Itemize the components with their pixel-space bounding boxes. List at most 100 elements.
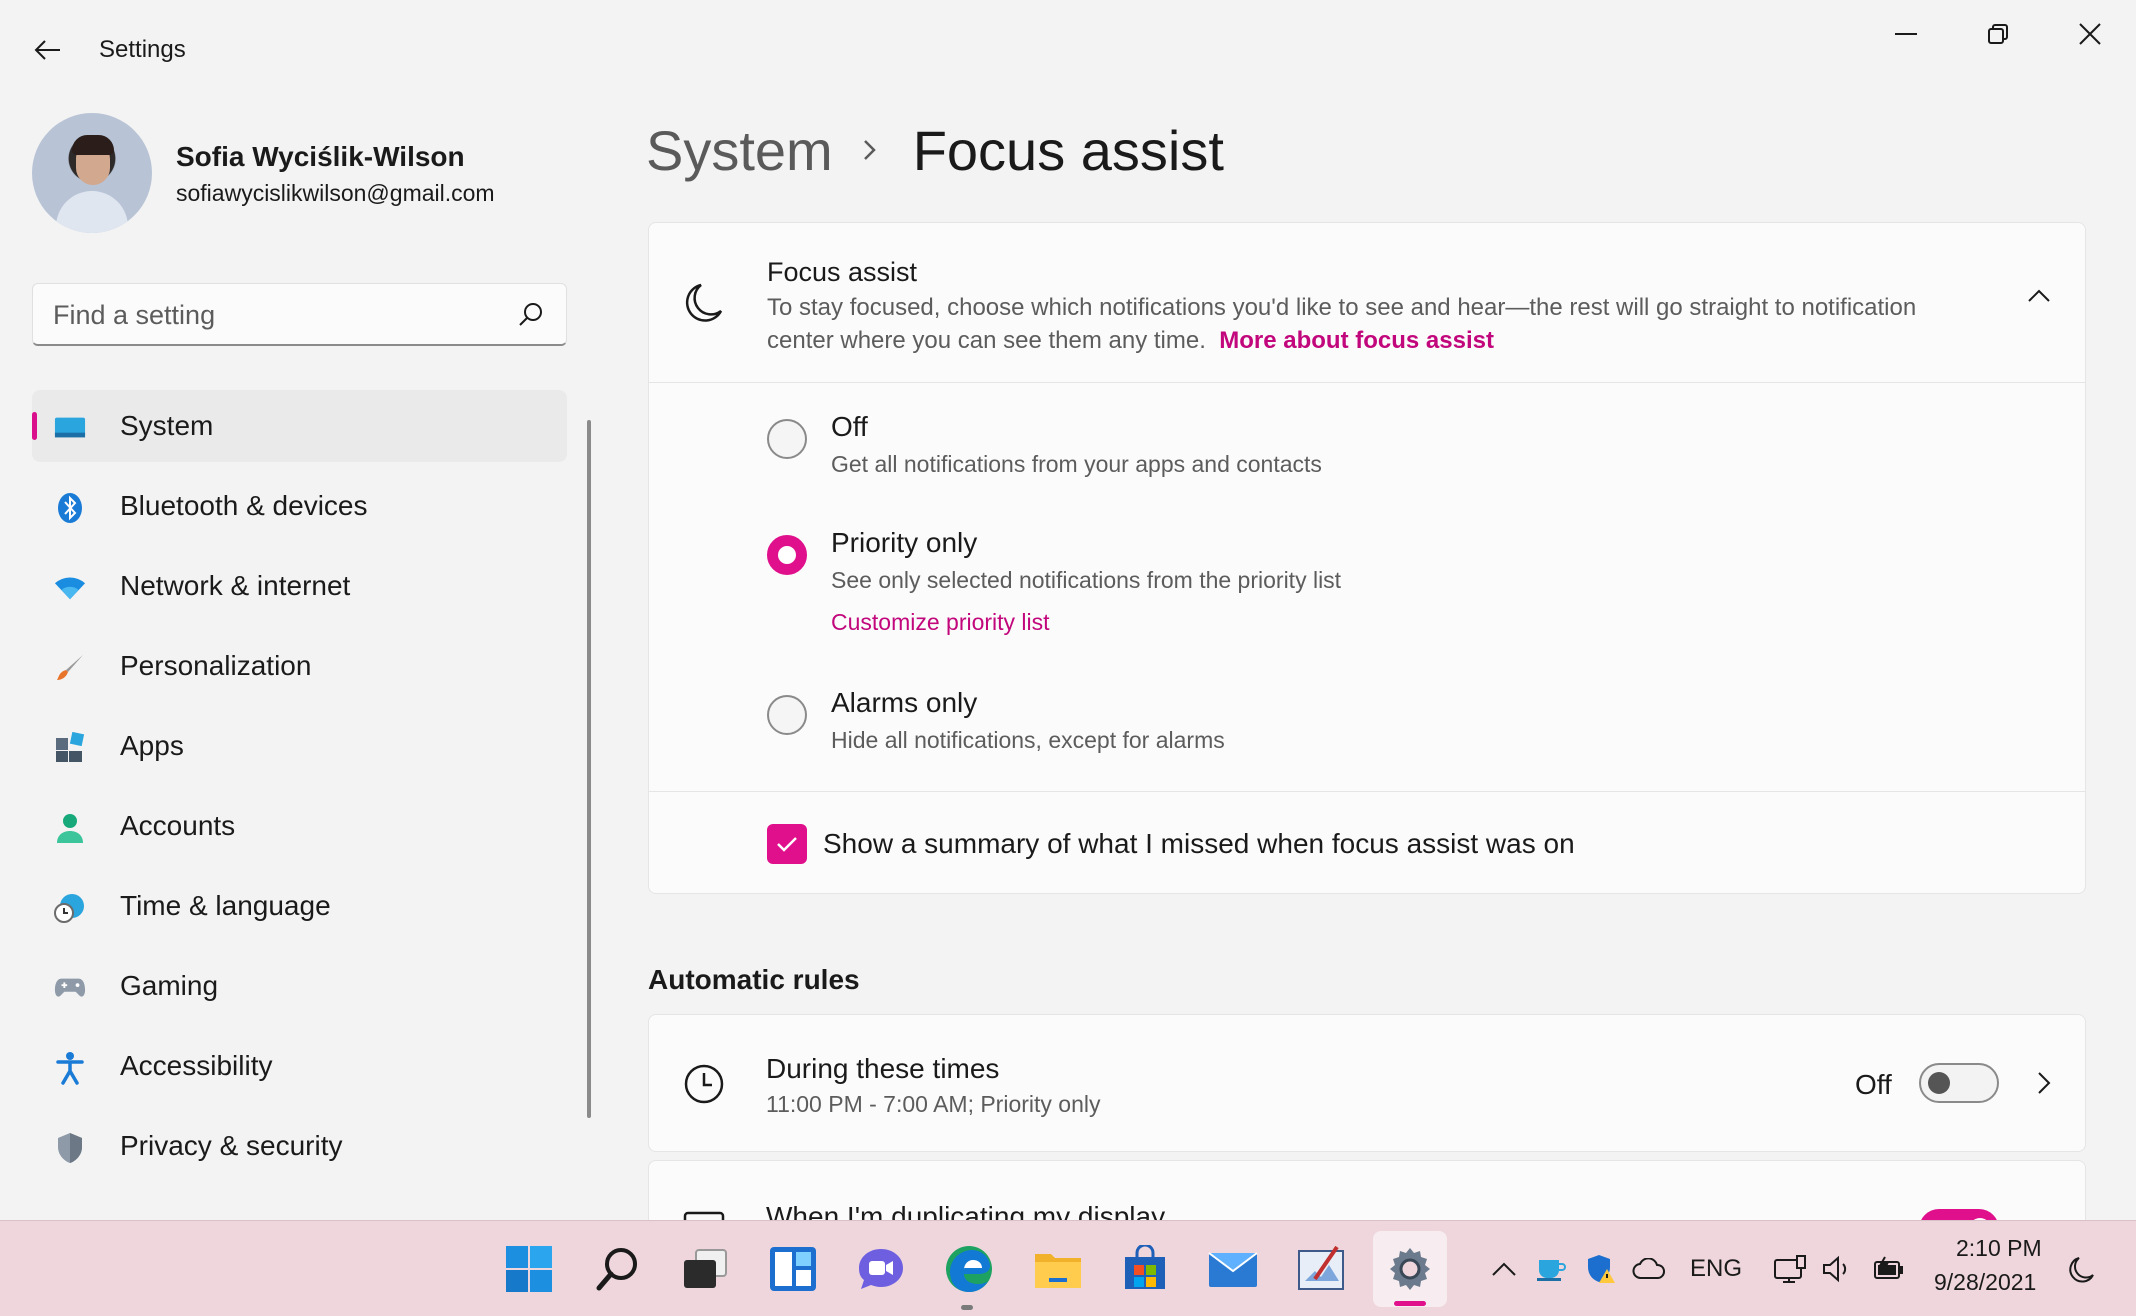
store-icon[interactable]: [1117, 1241, 1173, 1297]
automatic-rules-heading: Automatic rules: [648, 964, 860, 995]
sidebar-item-gaming[interactable]: Gaming: [32, 950, 567, 1022]
language-indicator[interactable]: ENG: [1690, 1255, 1742, 1283]
summary-checkbox[interactable]: [767, 824, 807, 864]
search-icon[interactable]: [590, 1241, 646, 1297]
settings-running-indicator: [1394, 1301, 1426, 1306]
during-times-toggle[interactable]: [1919, 1063, 1999, 1103]
user-name: Sofia Wyciślik-Wilson: [176, 141, 465, 172]
close-icon: [2079, 23, 2101, 45]
paint-icon[interactable]: [1293, 1241, 1349, 1297]
title-bar: Settings: [0, 0, 2136, 96]
chevron-right-icon[interactable]: [2037, 1071, 2051, 1095]
option-description: Get all notifications from your apps and…: [831, 451, 1322, 477]
widgets-icon[interactable]: [765, 1241, 821, 1297]
network-display-icon[interactable]: [1772, 1249, 1808, 1289]
toggle-state-label: Off: [1855, 1069, 1892, 1100]
globe-clock-icon: [54, 892, 86, 924]
back-arrow-icon: [34, 40, 60, 60]
onedrive-icon[interactable]: [1631, 1249, 1667, 1289]
sidebar-nav: System Bluetooth & devices Network & int…: [32, 390, 567, 1190]
security-warning-icon[interactable]: [1584, 1249, 1618, 1289]
user-email: sofiawycislikwilson@gmail.com: [176, 180, 495, 206]
gamepad-icon: [54, 972, 86, 1004]
customize-priority-link[interactable]: Customize priority list: [831, 609, 1050, 636]
search-icon[interactable]: [518, 302, 544, 328]
focus-assist-header[interactable]: Focus assist To stay focused, choose whi…: [649, 223, 2085, 383]
sidebar-scrollbar[interactable]: [587, 420, 591, 1118]
mail-icon[interactable]: [1205, 1241, 1261, 1297]
option-description: Hide all notifications, except for alarm…: [831, 727, 1225, 753]
chevron-up-icon[interactable]: [1488, 1249, 1520, 1289]
active-indicator: [32, 412, 37, 440]
accessibility-icon: [54, 1052, 86, 1085]
sidebar-item-label: Accounts: [120, 810, 236, 841]
sidebar-item-apps[interactable]: Apps: [32, 710, 567, 782]
shield-icon: [54, 1132, 86, 1164]
back-button[interactable]: [28, 30, 68, 70]
rule-subtitle: 11:00 PM - 7:00 AM; Priority only: [766, 1091, 1101, 1117]
focus-assist-title: Focus assist: [767, 257, 918, 287]
breadcrumb: System Focus assist: [646, 110, 1224, 190]
sidebar-item-time-language[interactable]: Time & language: [32, 870, 567, 942]
summary-row: Show a summary of what I missed when foc…: [649, 791, 2085, 895]
option-label: Priority only: [831, 527, 978, 558]
focus-assist-description: To stay focused, choose which notificati…: [767, 291, 1967, 357]
rule-during-these-times[interactable]: During these times 11:00 PM - 7:00 AM; P…: [648, 1014, 2086, 1152]
file-explorer-icon[interactable]: [1030, 1241, 1086, 1297]
chat-icon[interactable]: [853, 1241, 909, 1297]
avatar[interactable]: [32, 113, 152, 233]
app-title: Settings: [99, 36, 186, 63]
windows-start-icon[interactable]: [501, 1241, 557, 1297]
sidebar-item-accounts[interactable]: Accounts: [32, 790, 567, 862]
taskbar-time[interactable]: 2:10 PM: [1956, 1235, 2042, 1262]
sidebar-item-network[interactable]: Network & internet: [32, 550, 567, 622]
option-label: Off: [831, 411, 868, 442]
battery-icon[interactable]: [1870, 1249, 1906, 1289]
sidebar-item-label: Network & internet: [120, 570, 351, 601]
more-about-link[interactable]: More about focus assist: [1219, 327, 1494, 354]
monitor-icon: [683, 1211, 725, 1220]
radio-off[interactable]: [767, 419, 807, 459]
checkmark-icon: [777, 837, 797, 852]
task-view-icon[interactable]: [677, 1241, 733, 1297]
restore-button[interactable]: [1968, 14, 2028, 54]
sidebar-item-label: Gaming: [120, 970, 219, 1001]
sidebar-item-label: Bluetooth & devices: [120, 490, 368, 521]
cup-icon[interactable]: [1534, 1249, 1568, 1289]
page-title: Focus assist: [912, 118, 1224, 182]
wifi-icon: [54, 572, 86, 604]
settings-window: Settings Sofia Wyciślik-Wilson sofiawyci…: [0, 0, 2136, 1220]
sidebar-item-privacy[interactable]: Privacy & security: [32, 1110, 567, 1182]
taskbar: ENG 2:10 PM 9/28/2021: [0, 1220, 2136, 1316]
sidebar-item-personalization[interactable]: Personalization: [32, 630, 567, 702]
search-box: [32, 283, 567, 346]
clock-icon: [684, 1064, 724, 1104]
focus-assist-moon-icon[interactable]: [2066, 1249, 2098, 1289]
summary-label[interactable]: Show a summary of what I missed when foc…: [823, 828, 1575, 860]
rule-duplicating-display[interactable]: When I'm duplicating my display: [648, 1160, 2086, 1220]
moon-icon: [685, 283, 723, 322]
breadcrumb-parent[interactable]: System: [646, 118, 833, 183]
sidebar-item-label: Privacy & security: [120, 1130, 343, 1161]
radio-priority-only[interactable]: [767, 535, 807, 575]
radio-alarms-only[interactable]: [767, 695, 807, 735]
chevron-up-icon[interactable]: [2027, 289, 2051, 303]
brush-icon: [54, 652, 86, 684]
option-description: See only selected notifications from the…: [831, 567, 1342, 593]
minimize-button[interactable]: [1876, 14, 1936, 54]
rule-title: During these times: [766, 1053, 1000, 1084]
edge-running-indicator: [961, 1305, 973, 1310]
volume-icon[interactable]: [1820, 1249, 1854, 1289]
sidebar-item-bluetooth[interactable]: Bluetooth & devices: [32, 470, 567, 542]
rule-title: When I'm duplicating my display: [766, 1201, 1166, 1220]
settings-icon[interactable]: [1373, 1231, 1447, 1307]
search-input[interactable]: [53, 296, 513, 334]
sidebar-item-system[interactable]: System: [32, 390, 567, 462]
edge-icon[interactable]: [941, 1241, 997, 1297]
focus-assist-card: Focus assist To stay focused, choose whi…: [648, 222, 2086, 894]
taskbar-date[interactable]: 9/28/2021: [1934, 1269, 2036, 1296]
duplicating-display-toggle[interactable]: [1919, 1209, 1999, 1220]
sidebar-item-accessibility[interactable]: Accessibility: [32, 1030, 567, 1102]
close-button[interactable]: [2060, 14, 2120, 54]
minimize-icon: [1895, 33, 1917, 35]
